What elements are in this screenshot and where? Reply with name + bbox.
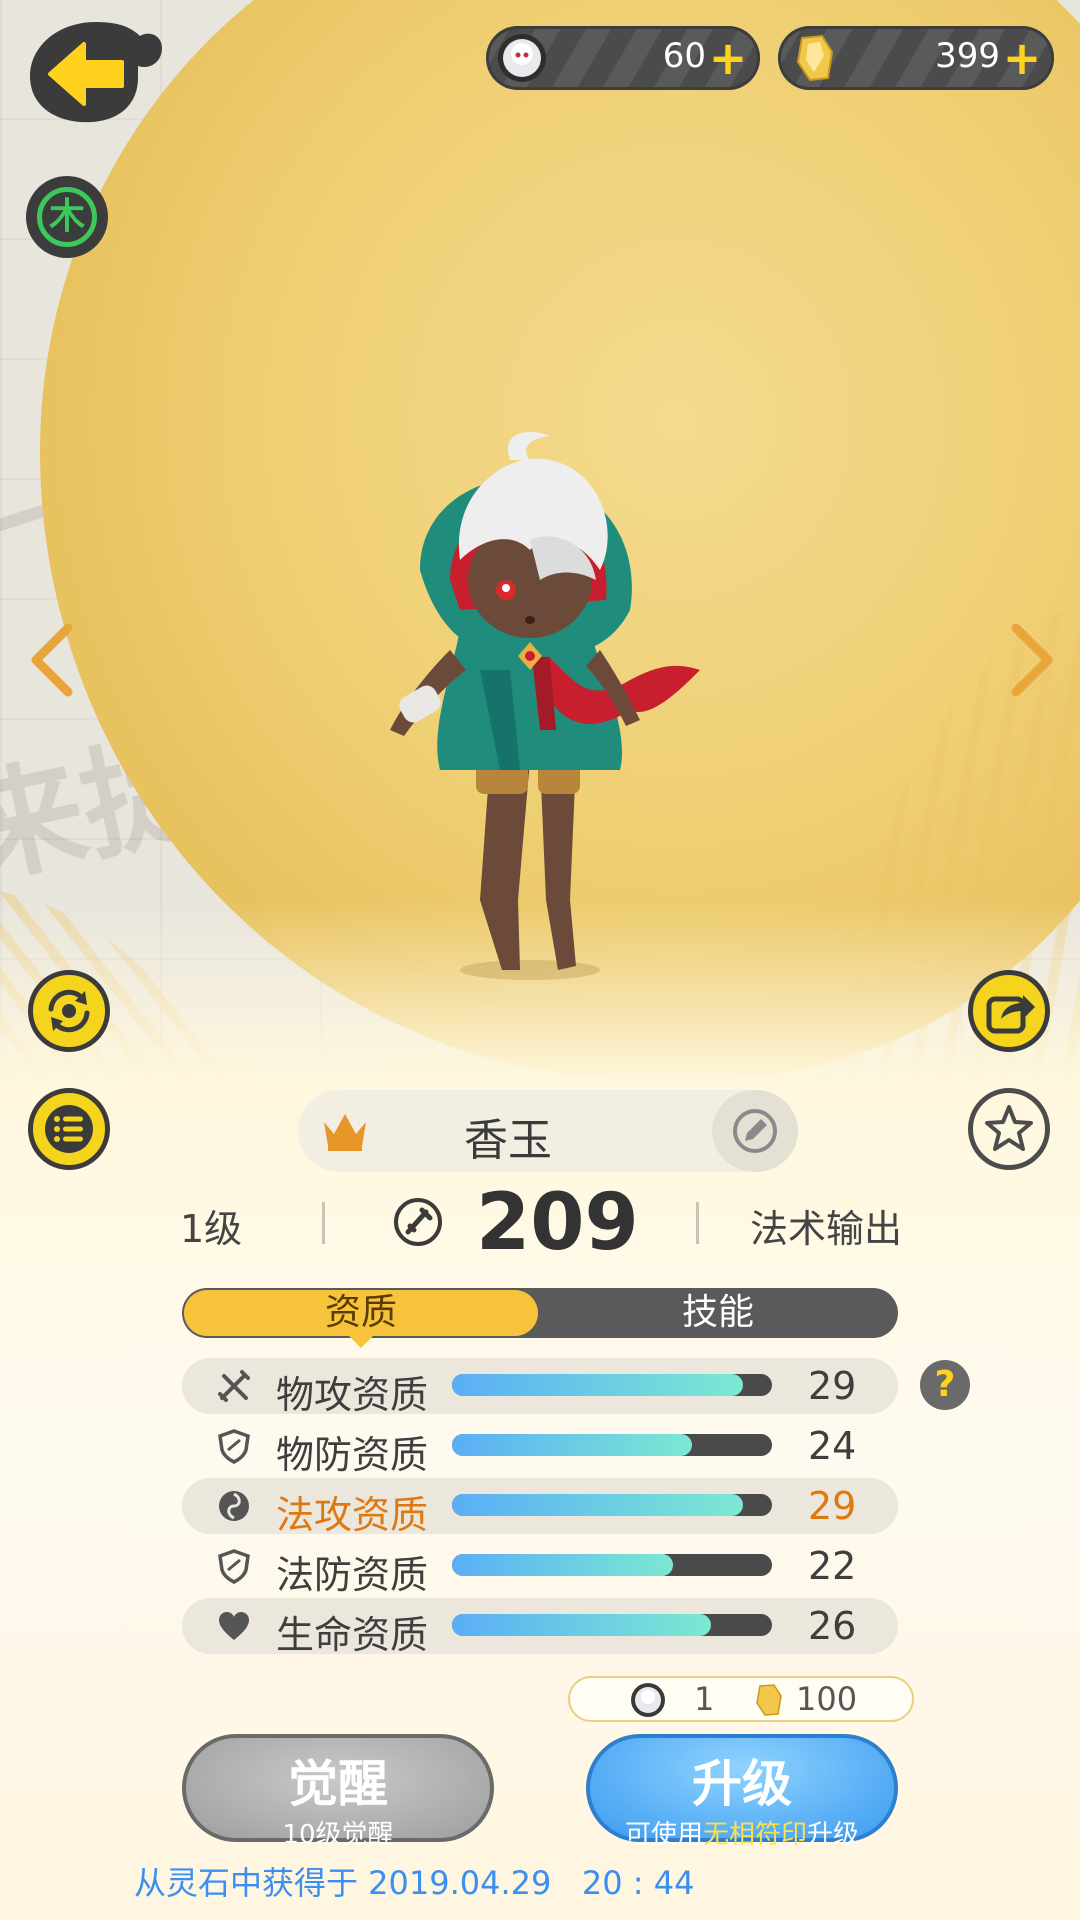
- aptitude-bar: [452, 1614, 772, 1636]
- aptitude-name: 物防资质: [276, 1433, 429, 1477]
- aptitude-bar-fill: [452, 1374, 744, 1396]
- upgrade-hint: 可使用无相符印升级: [590, 1814, 894, 1851]
- upgrade-hint-post: 升级: [807, 1820, 860, 1850]
- spirit-count: 60: [662, 36, 706, 76]
- aptitude-bar-fill: [452, 1614, 712, 1636]
- aptitude-row: 物防资质 24: [182, 1418, 898, 1477]
- character-model[interactable]: [380, 430, 720, 990]
- spirit-currency: 60 +: [486, 26, 760, 90]
- combat-power-icon: [394, 1198, 442, 1246]
- aptitude-bar: [452, 1554, 772, 1576]
- aptitude-bar-fill: [452, 1554, 673, 1576]
- awaken-button[interactable]: 觉醒 10级觉醒: [182, 1734, 494, 1850]
- favorite-button[interactable]: [968, 1088, 1050, 1170]
- shield-icon: [218, 1429, 250, 1464]
- aptitude-value: 29: [808, 1484, 857, 1528]
- edit-icon: [733, 1109, 777, 1153]
- aptitude-value: 26: [808, 1604, 857, 1648]
- tab-bar: 资质 技能: [182, 1288, 898, 1348]
- spirit-orb-icon: [498, 34, 546, 82]
- crystal-count: 399: [935, 36, 1000, 76]
- aptitude-bar: [452, 1374, 772, 1396]
- back-button[interactable]: [26, 18, 166, 126]
- crystal-currency: 399 +: [778, 26, 1054, 90]
- aptitude-value: 22: [808, 1544, 857, 1588]
- aptitude-value: 24: [808, 1424, 857, 1468]
- add-crystal-button[interactable]: +: [1000, 32, 1044, 84]
- upgrade-button[interactable]: 升级 可使用无相符印升级: [586, 1734, 898, 1850]
- crystal-icon: [756, 1684, 782, 1716]
- list-icon: [45, 1105, 93, 1153]
- share-icon: [986, 995, 1035, 1034]
- aptitude-bar: [452, 1434, 772, 1456]
- shield-icon: [218, 1549, 250, 1584]
- crystal-cost: 100: [796, 1680, 858, 1718]
- chevron-left-icon: [31, 623, 73, 697]
- divider: [696, 1202, 699, 1244]
- refresh-icon: [48, 989, 90, 1033]
- swirl-icon: [219, 1491, 249, 1521]
- list-button[interactable]: [28, 1088, 110, 1170]
- tab-aptitude[interactable]: 资质: [184, 1290, 538, 1348]
- chevron-right-icon: [1011, 623, 1053, 697]
- spirit-cost: 1: [694, 1680, 715, 1718]
- back-arrow-icon: [30, 22, 162, 123]
- aptitude-row: 法攻资质 29: [182, 1478, 898, 1537]
- divider: [322, 1202, 325, 1244]
- awaken-label: 觉醒: [288, 1755, 388, 1813]
- aptitude-list: 物攻资质 29 物防资质 24 法攻资质 29 法防资质 22 生命资质 26: [182, 1358, 898, 1658]
- tab-skills[interactable]: 技能: [538, 1288, 898, 1338]
- upgrade-label: 升级: [692, 1755, 792, 1813]
- share-button[interactable]: [968, 970, 1050, 1052]
- upgrade-cost: 1 100: [568, 1676, 914, 1722]
- obtained-info: 从灵石中获得于 2019.04.29 20 : 44: [134, 1864, 695, 1902]
- aptitude-name: 物攻资质: [276, 1373, 429, 1417]
- aptitude-bar-fill: [452, 1434, 692, 1456]
- combat-power: 209: [476, 1178, 639, 1268]
- help-button[interactable]: ?: [920, 1360, 970, 1410]
- next-arrow-button[interactable]: [1000, 620, 1060, 700]
- aptitude-row: 法防资质 22: [182, 1538, 898, 1597]
- aptitude-name: 生命资质: [276, 1613, 429, 1657]
- upgrade-hint-pre: 可使用: [624, 1820, 703, 1850]
- aptitude-row: 生命资质 26: [182, 1598, 898, 1657]
- aptitude-row: 物攻资质 29: [182, 1358, 898, 1417]
- swap-button[interactable]: [28, 970, 110, 1052]
- aptitude-name: 法防资质: [276, 1553, 429, 1597]
- stat-row: 1级 209 法术输出: [0, 1178, 1080, 1280]
- spirit-orb-icon: [631, 1683, 665, 1717]
- element-badge[interactable]: 木: [26, 176, 108, 258]
- aptitude-bar: [452, 1494, 772, 1516]
- crystal-icon: [796, 34, 834, 82]
- aptitude-name: 法攻资质: [276, 1493, 429, 1537]
- role-label: 法术输出: [750, 1207, 903, 1251]
- upgrade-hint-item: 无相符印: [702, 1820, 807, 1850]
- aptitude-bar-fill: [452, 1494, 744, 1516]
- heart-icon: [219, 1612, 249, 1640]
- rename-button[interactable]: [712, 1090, 798, 1172]
- sword-icon: [218, 1370, 250, 1402]
- level-label: 1级: [180, 1207, 243, 1251]
- wood-element-icon: 木: [37, 187, 97, 247]
- character-name: 香玉: [464, 1115, 552, 1166]
- star-icon: [985, 1105, 1033, 1151]
- add-spirit-button[interactable]: +: [706, 32, 750, 84]
- awaken-requirement: 10级觉醒: [282, 1820, 394, 1850]
- aptitude-value: 29: [808, 1364, 857, 1408]
- prev-arrow-button[interactable]: [24, 620, 84, 700]
